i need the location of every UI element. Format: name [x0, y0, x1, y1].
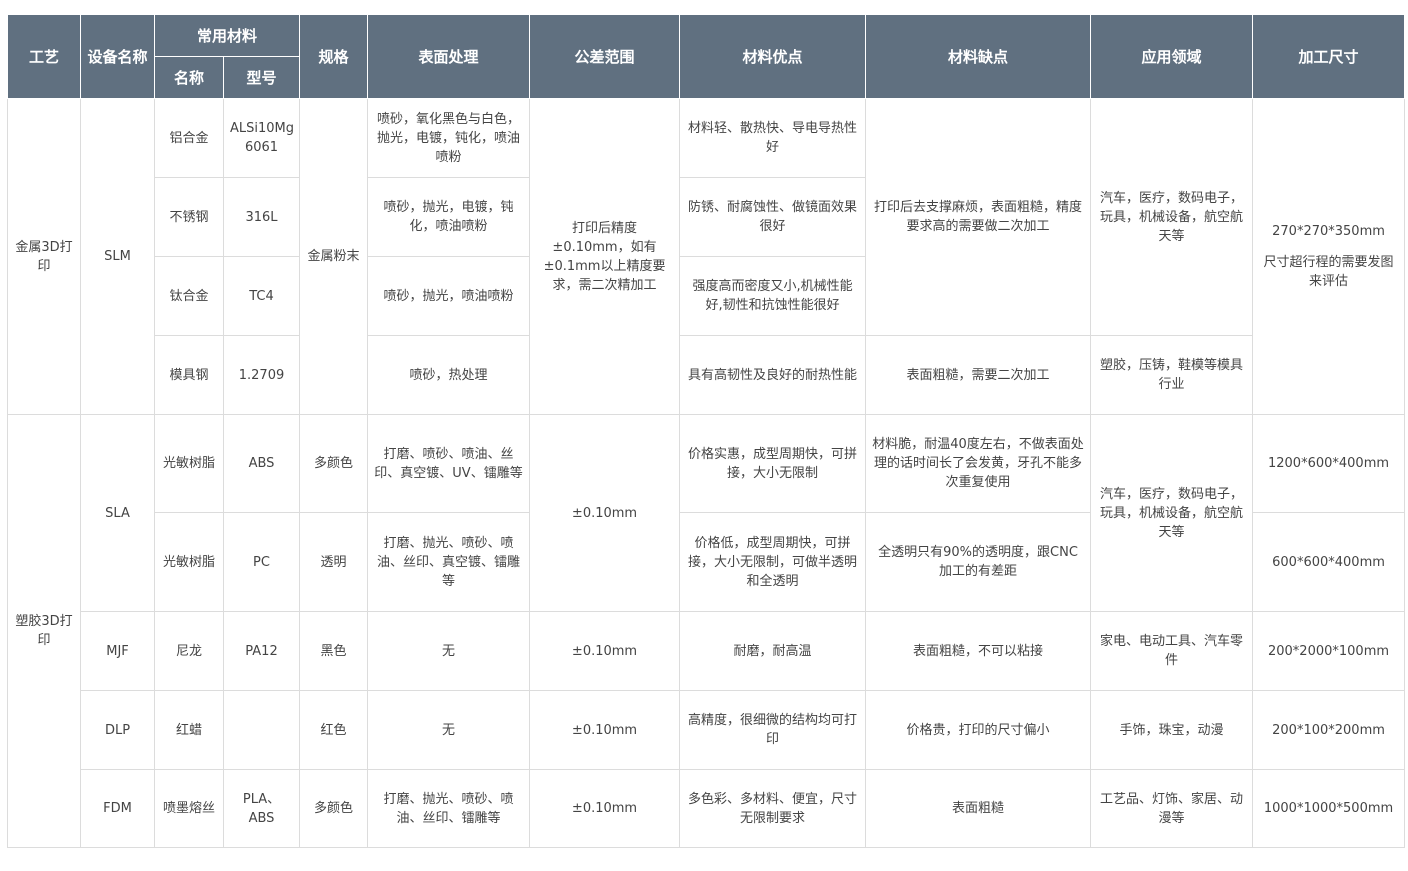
cell-material-model: ALSi10Mg 6061 [222, 98, 301, 178]
cell-material-model: PC [222, 512, 301, 612]
cell-advantages: 高精度，很细微的结构均可打印 [679, 690, 867, 770]
cell-material-name: 模具钢 [154, 335, 224, 415]
cell-spec: 黑色 [299, 611, 369, 691]
process-comparison-table: 工艺 设备名称 常用材料 规格 表面处理 公差范围 材料优点 材料缺点 应用领域… [7, 14, 1406, 848]
cell-material-name: 尼龙 [154, 611, 224, 691]
cell-surface: 无 [367, 690, 531, 770]
header-advantages: 材料优点 [679, 14, 867, 99]
cell-material-name: 钛合金 [154, 256, 224, 336]
header-tolerance: 公差范围 [529, 14, 681, 99]
cell-material-model: PA12 [222, 611, 301, 691]
cell-material-model: TC4 [222, 256, 301, 336]
cell-advantages: 耐磨，耐高温 [679, 611, 867, 691]
header-spec: 规格 [299, 14, 369, 99]
cell-spec: 红色 [299, 690, 369, 770]
cell-tolerance-metal: 打印后精度±0.10mm，如有±0.1mm以上精度要求，需二次精加工 [529, 98, 681, 415]
cell-advantages: 具有高韧性及良好的耐热性能 [679, 335, 867, 415]
size-note: 尺寸超行程的需要发图来评估 [1263, 255, 1394, 289]
cell-material-name: 喷墨熔丝 [154, 769, 224, 848]
cell-device: MJF [80, 611, 155, 691]
cell-material-model: ABS [222, 414, 301, 513]
cell-disadvantages: 全透明只有90%的透明度，跟CNC加工的有差距 [865, 512, 1092, 612]
cell-size: 200*2000*100mm [1252, 611, 1406, 691]
header-material-group: 常用材料 [153, 14, 301, 57]
cell-surface: 喷砂，抛光，电镀，钝化，喷油喷粉 [367, 177, 531, 257]
header-material-name: 名称 [154, 56, 224, 99]
cell-device-slm: SLM [80, 98, 155, 415]
table-row: 模具钢 1.2709 喷砂，热处理 具有高韧性及良好的耐热性能 表面粗糙，需要二… [8, 335, 1405, 415]
cell-spec: 多颜色 [299, 414, 369, 513]
header-application: 应用领域 [1090, 14, 1254, 99]
cell-tolerance-sla: ±0.10mm [529, 414, 681, 612]
cell-size: 1000*1000*500mm [1252, 769, 1406, 848]
cell-tolerance: ±0.10mm [529, 769, 681, 848]
cell-application-metal: 汽车，医疗，数码电子，玩具，机械设备，航空航天等 [1090, 98, 1254, 336]
table-row: MJF 尼龙 PA12 黑色 无 ±0.10mm 耐磨，耐高温 表面粗糙，不可以… [8, 611, 1406, 691]
cell-device: DLP [80, 690, 155, 770]
header-disadvantages: 材料缺点 [865, 14, 1092, 99]
cell-material-model: PLA、ABS [222, 769, 301, 848]
cell-surface: 喷砂，氧化黑色与白色，抛光，电镀，钝化，喷油喷粉 [367, 98, 531, 178]
cell-application: 手饰，珠宝，动漫 [1090, 690, 1254, 770]
cell-material-name: 铝合金 [154, 98, 224, 178]
cell-size: 1200*600*400mm [1252, 414, 1406, 513]
cell-surface: 喷砂，热处理 [367, 335, 531, 415]
header-process: 工艺 [7, 14, 81, 99]
cell-size-metal: 270*270*350mm 尺寸超行程的需要发图来评估 [1252, 98, 1406, 415]
process-table-container: 工艺 设备名称 常用材料 规格 表面处理 公差范围 材料优点 材料缺点 应用领域… [7, 14, 1406, 848]
cell-spec: 多颜色 [299, 769, 369, 848]
cell-disadvantages: 价格贵，打印的尺寸偏小 [865, 690, 1092, 770]
cell-size: 600*600*400mm [1252, 512, 1406, 612]
cell-spec-metal: 金属粉末 [299, 98, 369, 415]
cell-surface: 打磨、抛光、喷砂、喷油、丝印、真空镀、镭雕等 [367, 512, 531, 612]
cell-spec: 透明 [299, 512, 369, 612]
cell-process-plastic: 塑胶3D打印 [7, 414, 81, 848]
table-row: 金属3D打印 SLM 铝合金 ALSi10Mg 6061 金属粉末 喷砂，氧化黑… [7, 98, 1406, 415]
cell-material-model: 316L [222, 177, 301, 257]
header-row-1: 工艺 设备名称 常用材料 规格 表面处理 公差范围 材料优点 材料缺点 应用领域… [7, 14, 1406, 99]
table-row: DLP 红蜡 红色 无 ±0.10mm 高精度，很细微的结构均可打印 价格贵，打… [8, 690, 1406, 770]
header-surface: 表面处理 [367, 14, 531, 99]
cell-disadvantages: 表面粗糙 [865, 769, 1092, 848]
cell-tolerance: ±0.10mm [529, 690, 681, 770]
header-material-model: 型号 [222, 56, 301, 99]
cell-disadvantages: 材料脆，耐温40度左右，不做表面处理的话时间长了会发黄，牙孔不能多次重复使用 [865, 414, 1092, 513]
table-row: 塑胶3D打印 SLA 光敏树脂 ABS 多颜色 打磨、喷砂、喷油、丝印、真空镀、… [7, 414, 1406, 848]
header-device: 设备名称 [80, 14, 155, 99]
cell-device-sla: SLA [80, 414, 155, 612]
cell-application: 工艺品、灯饰、家居、动漫等 [1090, 769, 1254, 848]
cell-advantages: 价格实惠，成型周期快，可拼接，大小无限制 [679, 414, 867, 513]
cell-advantages: 材料轻、散热快、导电导热性好 [679, 98, 867, 178]
cell-size: 200*100*200mm [1252, 690, 1406, 770]
cell-device: FDM [80, 769, 155, 848]
cell-tolerance: ±0.10mm [529, 611, 681, 691]
cell-material-name: 不锈钢 [154, 177, 224, 257]
cell-application-sla: 汽车，医疗，数码电子，玩具，机械设备，航空航天等 [1090, 414, 1254, 612]
cell-advantages: 防锈、耐腐蚀性、做镜面效果很好 [679, 177, 867, 257]
table-row: FDM 喷墨熔丝 PLA、ABS 多颜色 打磨、抛光、喷砂、喷油、丝印、镭雕等 … [8, 769, 1406, 848]
cell-disadvantages: 表面粗糙，不可以粘接 [865, 611, 1092, 691]
cell-surface: 打磨、抛光、喷砂、喷油、丝印、镭雕等 [367, 769, 531, 848]
cell-material-name: 红蜡 [154, 690, 224, 770]
size-value: 270*270*350mm [1272, 224, 1385, 239]
cell-material-model: 1.2709 [222, 335, 301, 415]
cell-material-name: 光敏树脂 [154, 414, 224, 513]
cell-surface: 打磨、喷砂、喷油、丝印、真空镀、UV、镭雕等 [367, 414, 531, 513]
cell-advantages: 多色彩、多材料、便宜，尺寸无限制要求 [679, 769, 867, 848]
cell-disadvantages: 表面粗糙，需要二次加工 [865, 335, 1092, 415]
cell-surface: 无 [367, 611, 531, 691]
cell-material-model [222, 690, 301, 770]
cell-advantages: 价格低，成型周期快，可拼接，大小无限制，可做半透明和全透明 [679, 512, 867, 612]
cell-advantages: 强度高而密度又小,机械性能好,韧性和抗蚀性能很好 [679, 256, 867, 336]
cell-application: 塑胶，压铸，鞋模等模具行业 [1090, 335, 1254, 415]
header-size: 加工尺寸 [1252, 14, 1406, 99]
cell-surface: 喷砂，抛光，喷油喷粉 [367, 256, 531, 336]
cell-disadvantages-metal: 打印后去支撑麻烦，表面粗糙，精度要求高的需要做二次加工 [865, 98, 1092, 336]
cell-application: 家电、电动工具、汽车零件 [1090, 611, 1254, 691]
cell-material-name: 光敏树脂 [154, 512, 224, 612]
cell-process-metal: 金属3D打印 [7, 98, 81, 415]
